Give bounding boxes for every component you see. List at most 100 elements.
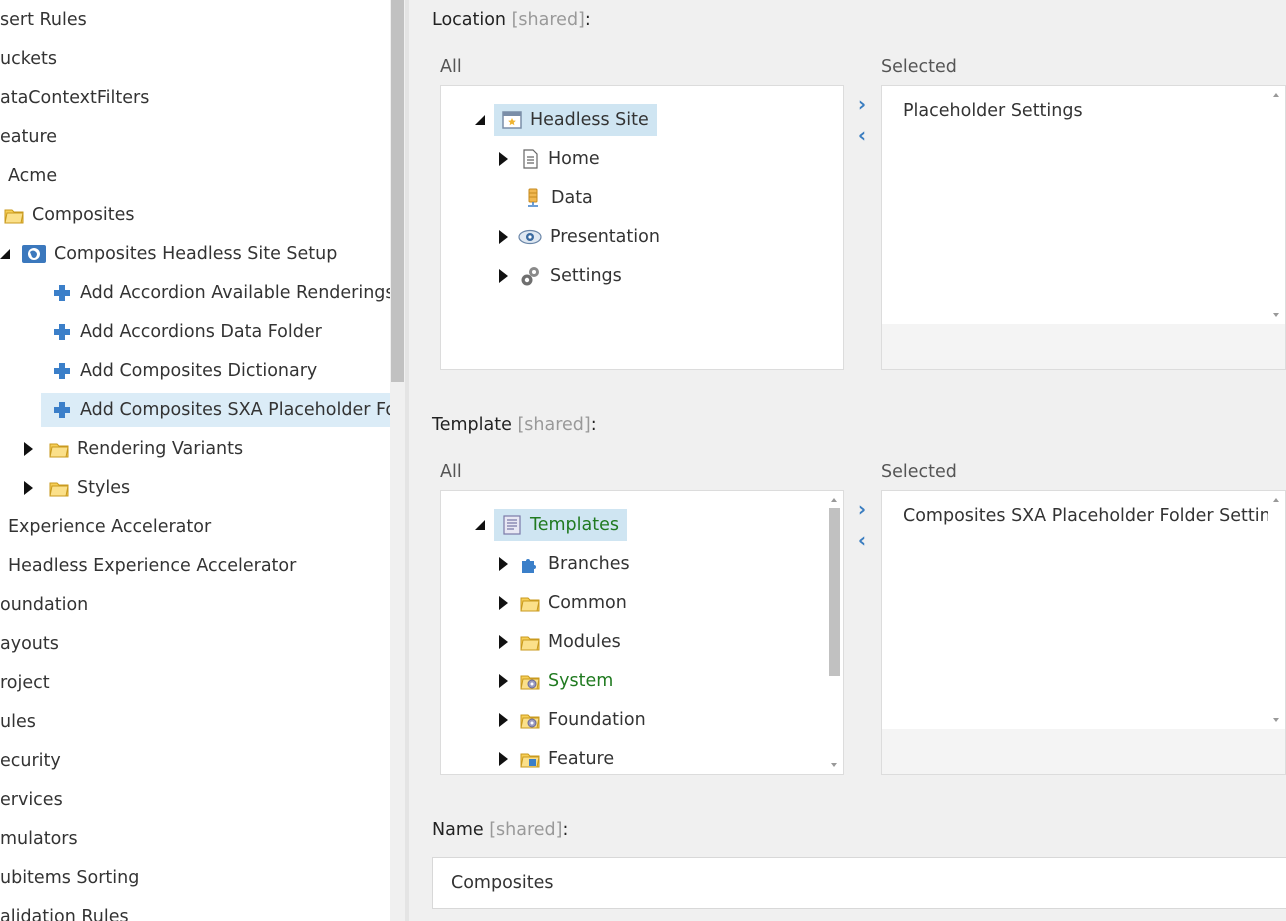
expand-arrow-icon[interactable]: [499, 152, 508, 166]
template-tree-item-foundation[interactable]: Foundation: [499, 704, 646, 736]
selected-item[interactable]: Placeholder Settings: [903, 95, 1083, 127]
location-tree-item-presentation[interactable]: Presentation: [499, 221, 660, 253]
tree-item-label: Branches: [548, 554, 630, 574]
scroll-up-icon[interactable]: [1273, 498, 1279, 502]
template-tree-item-branches[interactable]: Branches: [499, 548, 630, 580]
expand-arrow-icon[interactable]: [499, 230, 508, 244]
site-icon: [502, 111, 522, 129]
selected-item[interactable]: Composites SXA Placeholder Folder Settin…: [903, 500, 1285, 532]
expand-arrow-icon[interactable]: [499, 635, 508, 649]
tree-item-label: Feature: [548, 749, 615, 769]
folder-icon: [49, 443, 69, 458]
location-tree-item-headless-site[interactable]: Headless Site: [475, 104, 657, 136]
template-tree-item-common[interactable]: Common: [499, 587, 627, 619]
tree-item-buckets[interactable]: uckets: [0, 42, 57, 76]
tree-item-composites[interactable]: Composites: [0, 198, 135, 232]
tree-item-label: ayouts: [0, 634, 59, 654]
location-remove-button[interactable]: ‹: [852, 123, 872, 147]
tree-item-label: Rendering Variants: [77, 439, 244, 459]
template-all-tree[interactable]: Templates Branches Common Modules System…: [440, 490, 844, 775]
template-tree-item-feature[interactable]: Feature: [499, 743, 615, 774]
tree-item-experience-accelerator[interactable]: Experience Accelerator: [8, 510, 211, 544]
tree-item-foundation[interactable]: oundation: [0, 588, 88, 622]
tree-item-label: Common: [548, 593, 627, 613]
tree-item-project[interactable]: roject: [0, 666, 50, 700]
tree-item-add-composites-sxa-placeholder-folder[interactable]: Add Composites SXA Placeholder Folder: [41, 393, 390, 427]
expand-arrow-icon[interactable]: [499, 269, 508, 283]
tree-item-datacontextfilters[interactable]: ataContextFilters: [0, 81, 149, 115]
tree-item-label: uckets: [0, 49, 57, 69]
expand-arrow-icon[interactable]: [24, 481, 33, 495]
template-remove-button[interactable]: ‹: [852, 528, 872, 552]
template-all-scrollbar[interactable]: [826, 491, 843, 774]
expand-arrow-icon[interactable]: [499, 674, 508, 688]
tree-item-label: Add Accordions Data Folder: [80, 322, 322, 342]
plus-icon: [54, 324, 70, 340]
tree-item-subitems-sorting[interactable]: ubitems Sorting: [0, 861, 139, 895]
template-tree-item-modules[interactable]: Modules: [499, 626, 621, 658]
expand-arrow-icon[interactable]: [499, 557, 508, 571]
collapse-arrow-icon[interactable]: [475, 520, 485, 530]
scroll-down-icon[interactable]: [1273, 718, 1279, 722]
tree-item-feature[interactable]: eature: [0, 120, 57, 154]
expand-arrow-icon[interactable]: [24, 442, 33, 456]
tree-item-label: ubitems Sorting: [0, 868, 140, 888]
system-folder-icon: [520, 675, 540, 690]
scroll-up-icon[interactable]: [831, 498, 837, 502]
expand-arrow-icon[interactable]: [499, 752, 508, 766]
tree-item-styles[interactable]: Styles: [24, 471, 130, 505]
folder-icon: [520, 636, 540, 651]
expand-arrow-icon[interactable]: [499, 596, 508, 610]
tree-item-label: System: [548, 671, 614, 691]
expand-arrow-icon[interactable]: [499, 713, 508, 727]
tree-item-add-accordion-available-renderings[interactable]: Add Accordion Available Renderings: [52, 276, 390, 310]
tree-item-acme[interactable]: Acme: [8, 159, 57, 193]
collapse-arrow-icon[interactable]: [0, 249, 10, 259]
template-tree-item-templates[interactable]: Templates: [475, 509, 627, 541]
scroll-down-icon[interactable]: [831, 763, 837, 767]
scrollbar-thumb[interactable]: [829, 508, 840, 676]
colon: :: [562, 820, 569, 840]
location-tree-item-home[interactable]: Home: [499, 143, 600, 175]
location-tree-item-data[interactable]: Data: [523, 182, 593, 214]
template-add-button[interactable]: ›: [852, 497, 872, 521]
scroll-down-icon[interactable]: [1273, 313, 1279, 317]
location-all-tree[interactable]: Headless Site Home Data Presentation Set…: [440, 85, 844, 370]
tree-item-composites-headless-site-setup[interactable]: Composites Headless Site Setup: [0, 237, 337, 271]
feature-folder-icon: [520, 753, 540, 768]
tree-item-add-composites-dictionary[interactable]: Add Composites Dictionary: [52, 354, 317, 388]
tree-scrollbar[interactable]: [390, 0, 405, 921]
item-form: Location [shared]: All Selected Headless…: [409, 0, 1286, 921]
tree-item-insert-rules[interactable]: sert Rules: [0, 3, 87, 37]
template-tree-item-system[interactable]: System: [499, 665, 613, 697]
name-input[interactable]: [432, 857, 1286, 909]
location-selected-label: Selected: [881, 57, 957, 77]
tree-item-label: Acme: [8, 166, 58, 186]
scroll-up-icon[interactable]: [1273, 93, 1279, 97]
template-selected-scrollbar[interactable]: [1268, 491, 1285, 729]
location-selected-scrollbar[interactable]: [1268, 86, 1285, 324]
database-icon: [528, 188, 538, 207]
tree-item-label: ecurity: [0, 751, 61, 771]
tree-item-headless-experience-accelerator[interactable]: Headless Experience Accelerator: [8, 549, 296, 583]
template-selected-list[interactable]: Composites SXA Placeholder Folder Settin…: [881, 490, 1286, 775]
tree-item-layouts[interactable]: ayouts: [0, 627, 59, 661]
folder-icon: [520, 597, 540, 612]
location-add-button[interactable]: ›: [852, 92, 872, 116]
tree-item-add-accordions-data-folder[interactable]: Add Accordions Data Folder: [52, 315, 322, 349]
scrollbar-thumb[interactable]: [391, 0, 404, 382]
tree-item-rules[interactable]: ules: [0, 705, 36, 739]
tree-item-label: Foundation: [548, 710, 646, 730]
tree-item-rendering-variants[interactable]: Rendering Variants: [24, 432, 243, 466]
location-tree-item-settings[interactable]: Settings: [499, 260, 622, 292]
location-selected-list[interactable]: Placeholder Settings: [881, 85, 1286, 370]
collapse-arrow-icon[interactable]: [475, 115, 485, 125]
shared-tag: [shared]: [517, 415, 591, 435]
tree-item-services[interactable]: ervices: [0, 783, 63, 817]
tree-item-validation-rules[interactable]: alidation Rules: [0, 900, 129, 921]
folder-icon: [49, 482, 69, 497]
tree-item-security[interactable]: ecurity: [0, 744, 61, 778]
gears-icon: [521, 267, 539, 286]
tree-item-label: sert Rules: [0, 10, 87, 30]
tree-item-simulators[interactable]: mulators: [0, 822, 78, 856]
